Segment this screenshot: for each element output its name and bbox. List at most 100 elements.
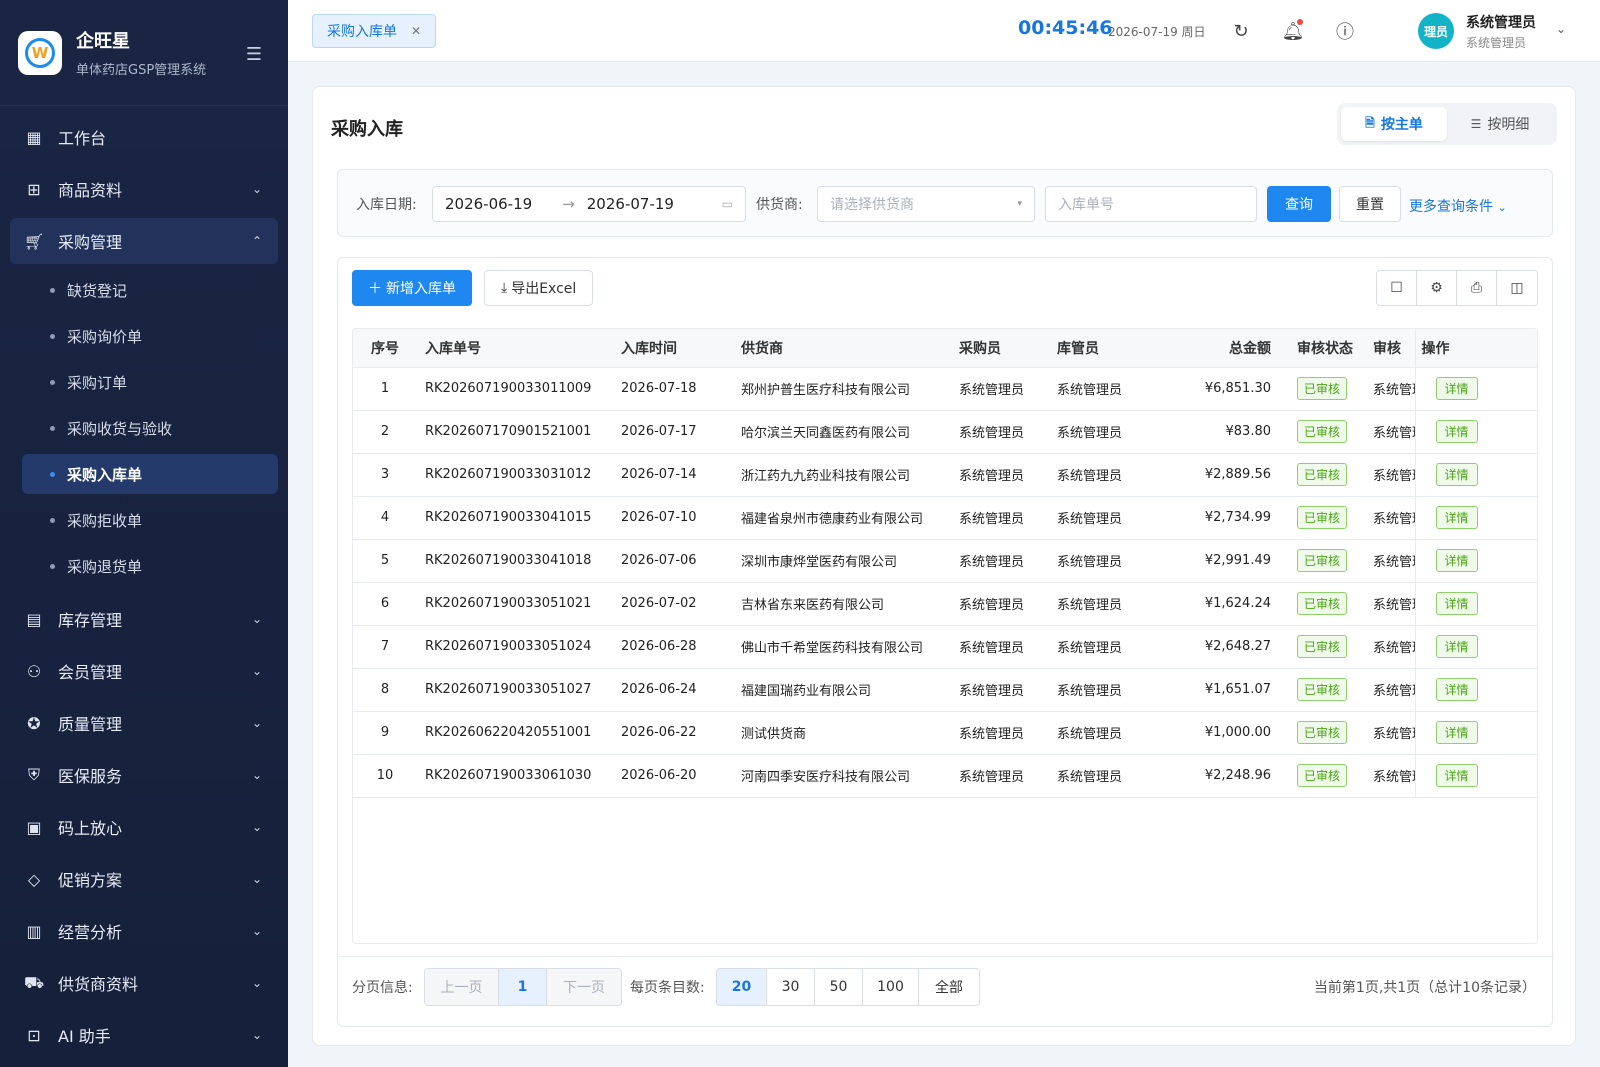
sidebar-item-members[interactable]: ⚇ 会员管理 ⌄ [10, 648, 278, 694]
add-inbound-button[interactable]: ＋ 新增入库单 [352, 270, 472, 306]
table-panel: ＋ 新增入库单 ⤓ 导出Excel ☐ ⚙ ⎙ ◫ 序号 入库单号 入库时间 供… [337, 257, 1554, 1027]
user-name[interactable]: 系统管理员 [1466, 12, 1536, 32]
sidebar-item-goods[interactable]: ⊞ 商品资料 ⌄ [10, 166, 278, 212]
cell-buyer: 系统管理员 [951, 754, 1049, 798]
sub-item-order[interactable]: 采购订单 [22, 362, 278, 402]
detail-button[interactable]: 详情 [1435, 635, 1478, 658]
close-icon[interactable]: ✕ [411, 24, 421, 38]
cell-auditor: 系统管理员 [1371, 410, 1415, 454]
refresh-icon[interactable]: ↻ [1228, 18, 1254, 44]
sidebar-item-label: 商品资料 [58, 181, 123, 200]
date-range-input[interactable]: 2026-06-19 → 2026-07-19 ▭ [432, 186, 746, 222]
detail-button[interactable]: 详情 [1435, 549, 1478, 572]
col-header-order-no[interactable]: 入库单号 [417, 329, 613, 368]
supplier-select[interactable]: 请选择供货商 ▾ [817, 186, 1035, 222]
sub-item-return[interactable]: 采购退货单 [22, 546, 278, 586]
sidebar-item-label: 会员管理 [58, 663, 123, 682]
page-size-50[interactable]: 50 [815, 969, 863, 1005]
table-row[interactable]: 6 RK202607190033051021 2026-07-02 吉林省东来医药有限… [353, 582, 1537, 626]
sidebar-item-inventory[interactable]: ▤ 库存管理 ⌄ [10, 596, 278, 642]
chevron-down-icon: ⌄ [251, 664, 262, 678]
avatar[interactable]: 理员 [1418, 13, 1454, 49]
col-header-time[interactable]: 入库时间 [613, 329, 733, 368]
view-detail-button[interactable]: ☰ 按明细 [1447, 107, 1553, 141]
sidebar-item-ai[interactable]: ⊡ AI 助手 ⌄ [10, 1012, 278, 1058]
col-header-buyer[interactable]: 采购员 [951, 329, 1049, 368]
page-size-100[interactable]: 100 [863, 969, 919, 1005]
help-icon[interactable]: ⓘ [1332, 18, 1358, 44]
query-button[interactable]: 查询 [1267, 186, 1331, 222]
table-row[interactable]: 7 RK202607190033051024 2026-06-28 佛山市千希堂医药科… [353, 625, 1537, 669]
view-detail-label: 按明细 [1487, 117, 1530, 133]
detail-button[interactable]: 详情 [1435, 764, 1478, 787]
col-header-auditor[interactable]: 审核 [1371, 329, 1415, 368]
table-row[interactable]: 5 RK202607190033041018 2026-07-06 深圳市康烨堂医药有… [353, 539, 1537, 583]
next-page-button[interactable]: 下一页 [547, 969, 621, 1005]
page-size-30[interactable]: 30 [767, 969, 815, 1005]
page-size-20[interactable]: 20 [717, 969, 767, 1005]
detail-button[interactable]: 详情 [1435, 678, 1478, 701]
table-row[interactable]: 2 RK202607170901521001 2026-07-17 哈尔滨兰天同鑫医药… [353, 410, 1537, 454]
col-header-status[interactable]: 审核状态 [1279, 329, 1371, 368]
sidebar-item-quality[interactable]: ✪ 质量管理 ⌄ [10, 700, 278, 746]
sidebar-item-label: AI 助手 [58, 1027, 111, 1046]
table-row[interactable]: 8 RK202607190033051027 2026-06-24 福建国瑞药业有限公… [353, 668, 1537, 712]
col-header-keeper[interactable]: 库管员 [1049, 329, 1159, 368]
print-icon[interactable]: ⎙ [1457, 271, 1497, 305]
collapse-sidebar-icon[interactable]: ☰ [246, 44, 262, 65]
export-excel-button[interactable]: ⤓ 导出Excel [484, 270, 594, 306]
sub-item-shortage[interactable]: 缺货登记 [22, 270, 278, 310]
detail-button[interactable]: 详情 [1435, 721, 1478, 744]
page-size-all[interactable]: 全部 [919, 969, 979, 1005]
sidebar-item-insurance[interactable]: ⛨ 医保服务 ⌄ [10, 752, 278, 798]
sub-item-inquiry[interactable]: 采购询价单 [22, 316, 278, 356]
purchase-submenu: 缺货登记 采购询价单 采购订单 采购收货与验收 采购入库单 采购拒收单 采购退货… [10, 270, 278, 596]
table-row[interactable]: 4 RK202607190033041015 2026-07-10 福建省泉州市德康药… [353, 496, 1537, 540]
cell-action: 详情 [1414, 367, 1537, 411]
sidebar-item-label: 码上放心 [58, 819, 123, 838]
col-header-index[interactable]: 序号 [353, 329, 417, 368]
detail-button[interactable]: 详情 [1435, 506, 1478, 529]
sidebar-item-analysis[interactable]: ▥ 经营分析 ⌄ [10, 908, 278, 954]
page-1-button[interactable]: 1 [499, 969, 547, 1005]
sidebar-item-supplier[interactable]: ⛟ 供货商资料 ⌄ [10, 960, 278, 1006]
sub-item-label: 采购订单 [67, 373, 128, 392]
sub-item-reject[interactable]: 采购拒收单 [22, 500, 278, 540]
detail-button[interactable]: 详情 [1435, 420, 1478, 443]
brand-name: 企旺星 [76, 31, 130, 52]
table-row[interactable]: 9 RK202606220420551001 2026-06-22 测试供货商 系统管理… [353, 711, 1537, 755]
add-inbound-label: 新增入库单 [386, 281, 456, 297]
table-row[interactable]: 1 RK202607190033011009 2026-07-18 郑州护普生医疗科技… [353, 367, 1537, 411]
prev-page-button[interactable]: 上一页 [425, 969, 499, 1005]
reset-button[interactable]: 重置 [1339, 186, 1401, 222]
detail-button[interactable]: 详情 [1435, 592, 1478, 615]
settings-icon[interactable]: ⚙ [1417, 271, 1457, 305]
table-row[interactable]: 10 RK202607190033061030 2026-06-20 河南四季安医疗科… [353, 754, 1537, 798]
sidebar-item-dashboard[interactable]: ▦ 工作台 [10, 114, 278, 160]
bell-icon[interactable]: 🔔︎ [1280, 18, 1306, 44]
cell-supplier: 福建省泉州市德康药业有限公司 [733, 496, 951, 540]
sub-item-inbound[interactable]: 采购入库单 [22, 454, 278, 494]
sidebar-item-purchase[interactable]: 🛒︎ 采购管理 ⌃ [10, 218, 278, 264]
sidebar-item-promotion[interactable]: ◇ 促销方案 ⌄ [10, 856, 278, 902]
tab-purchase-inbound[interactable]: 采购入库单 ✕ [312, 14, 437, 48]
col-header-amount[interactable]: 总金额 [1159, 329, 1279, 368]
view-master-button[interactable]: 🗎 按主单 [1341, 107, 1447, 141]
columns-icon[interactable]: ◫ [1497, 271, 1537, 305]
main-card: 采购入库 🗎 按主单 ☰ 按明细 入库日期: 2026-06-19 → 2026… [312, 86, 1576, 1046]
sidebar-item-qrcode[interactable]: ▣ 码上放心 ⌄ [10, 804, 278, 850]
sub-item-label: 采购拒收单 [67, 511, 143, 530]
cell-keeper: 系统管理员 [1049, 496, 1159, 540]
chevron-down-icon[interactable]: ⌄ [1556, 22, 1566, 36]
more-conditions-label: 更多查询条件 [1409, 199, 1493, 215]
more-conditions-link[interactable]: 更多查询条件 ⌄ [1409, 196, 1507, 216]
sidebar-item-label: 经营分析 [58, 923, 123, 942]
detail-button[interactable]: 详情 [1435, 377, 1478, 400]
sub-item-receipt[interactable]: 采购收货与验收 [22, 408, 278, 448]
fullscreen-icon[interactable]: ☐ [1377, 271, 1417, 305]
order-number-input[interactable]: 入库单号 [1045, 186, 1257, 222]
detail-button[interactable]: 详情 [1435, 463, 1478, 486]
table-row[interactable]: 3 RK202607190033031012 2026-07-14 浙江药九九药业科技… [353, 453, 1537, 497]
col-header-supplier[interactable]: 供货商 [733, 329, 951, 368]
list-icon: ☰ [1470, 117, 1482, 131]
